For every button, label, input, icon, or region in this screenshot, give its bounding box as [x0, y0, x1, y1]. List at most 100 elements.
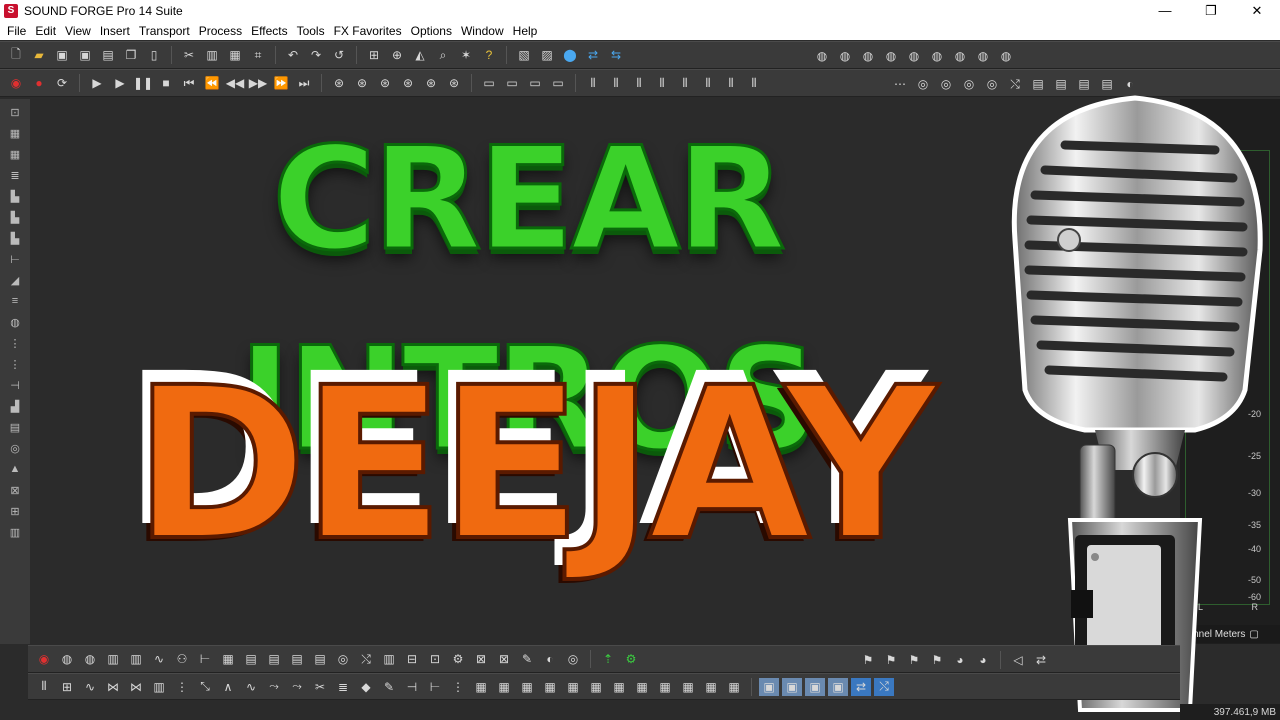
swap-icon[interactable]: ⇄	[1031, 651, 1051, 669]
edit-tool-icon[interactable]: ▦	[494, 678, 514, 696]
flag-icon[interactable]: ⚑	[881, 651, 901, 669]
edit-tool-icon[interactable]: ⋈	[103, 678, 123, 696]
side-tool-icon[interactable]: ▦	[6, 125, 24, 141]
edit-tool-icon[interactable]: ⊞	[57, 678, 77, 696]
edit-tool-icon[interactable]: ▦	[540, 678, 560, 696]
minimize-button[interactable]: —	[1142, 0, 1188, 21]
menu-fx-favorites[interactable]: FX Favorites	[331, 24, 408, 38]
edit-tool-icon[interactable]: ▦	[563, 678, 583, 696]
volume-icon[interactable]: ◁	[1008, 651, 1028, 669]
side-tool-icon[interactable]: ⊠	[6, 482, 24, 498]
select-icon[interactable]: ▭	[548, 74, 568, 92]
edit-tool-icon[interactable]: ▦	[701, 678, 721, 696]
tool-icon[interactable]: ⊛	[329, 74, 349, 92]
plugin-icon[interactable]: ∿	[149, 650, 169, 668]
tool-icon[interactable]: ⊛	[398, 74, 418, 92]
plugin-icon[interactable]: ◐	[540, 650, 560, 668]
edit-tool-icon[interactable]: ⤳	[287, 678, 307, 696]
stop-icon[interactable]: ■	[156, 74, 176, 92]
rewind-icon[interactable]: ⏪	[202, 74, 222, 92]
edit-tool-icon[interactable]: ⊢	[425, 678, 445, 696]
view-mode-icon[interactable]: ⤭	[874, 677, 894, 696]
flag-icon[interactable]: ◕	[973, 651, 993, 669]
side-tool-icon[interactable]: ▥	[6, 524, 24, 540]
marker-icon[interactable]: ⊞	[364, 46, 384, 64]
edit-tool-icon[interactable]: ∧	[218, 678, 238, 696]
side-tool-icon[interactable]: ▤	[6, 419, 24, 435]
side-tool-icon[interactable]: ▙	[6, 209, 24, 225]
edit-tool-icon[interactable]: ▦	[586, 678, 606, 696]
process-icon[interactable]: ◎	[959, 75, 979, 93]
edit-tool-icon[interactable]: ▦	[678, 678, 698, 696]
side-tool-icon[interactable]: ⊡	[6, 104, 24, 120]
menu-window[interactable]: Window	[458, 24, 510, 38]
select-icon[interactable]: ▭	[502, 74, 522, 92]
flag-icon[interactable]: ◕	[950, 651, 970, 669]
plugin-icon[interactable]: ▥	[379, 650, 399, 668]
edit-tool-icon[interactable]: ⤳	[264, 678, 284, 696]
side-tool-icon[interactable]: ▟	[6, 398, 24, 414]
sync-blue-icon[interactable]: ⇄	[583, 46, 603, 64]
edit-tool-icon[interactable]: ▦	[632, 678, 652, 696]
edit-tool-icon[interactable]: ⋮	[172, 678, 192, 696]
wave-icon[interactable]: ⫴	[675, 74, 695, 92]
edit-tool-icon[interactable]: ▦	[609, 678, 629, 696]
edit-tool-icon[interactable]: ≣	[333, 678, 353, 696]
fx-icon[interactable]: ◍	[950, 47, 970, 65]
pause-icon[interactable]: ❚❚	[133, 74, 153, 92]
view-mode-icon[interactable]: ▣	[759, 677, 779, 696]
select-icon[interactable]: ▭	[525, 74, 545, 92]
transfer-blue-icon[interactable]: ⇆	[606, 46, 626, 64]
open-folder-icon[interactable]: ▰	[29, 46, 49, 64]
close-button[interactable]: ✕	[1234, 0, 1280, 21]
wave-icon[interactable]: ⫴	[721, 74, 741, 92]
process-icon[interactable]: ◎	[936, 75, 956, 93]
plugin-icon[interactable]: ⊠	[471, 650, 491, 668]
help-icon[interactable]: ?	[479, 46, 499, 64]
fx-icon[interactable]: ◍	[812, 47, 832, 65]
edit-tool-icon[interactable]: ⋮	[448, 678, 468, 696]
edit-tool-icon[interactable]: ⋈	[126, 678, 146, 696]
side-tool-icon[interactable]: ▙	[6, 230, 24, 246]
select-icon[interactable]: ▭	[479, 74, 499, 92]
plugin-icon[interactable]: ▥	[103, 650, 123, 668]
find-icon[interactable]: ⌕	[433, 46, 453, 64]
paste-icon[interactable]: ▥	[202, 46, 222, 64]
view-mode-icon[interactable]: ▣	[828, 677, 848, 696]
metadata-icon[interactable]: ▧	[514, 46, 534, 64]
plugin-icon[interactable]: ⊠	[494, 650, 514, 668]
play-icon[interactable]: ▶	[110, 74, 130, 92]
menu-effects[interactable]: Effects	[248, 24, 293, 38]
go-end-forward-icon[interactable]: ⏩	[271, 74, 291, 92]
flag-icon[interactable]: ⚑	[858, 651, 878, 669]
plugin-icon[interactable]: ⊟	[402, 650, 422, 668]
side-tool-icon[interactable]: ◍	[6, 314, 24, 330]
wand-icon[interactable]: ✶	[456, 46, 476, 64]
menu-tools[interactable]: Tools	[294, 24, 331, 38]
process-icon[interactable]: ⋯	[890, 75, 910, 93]
plugin-icon[interactable]: ✎	[517, 650, 537, 668]
plugin-icon[interactable]: ▤	[241, 650, 261, 668]
redo-icon[interactable]: ↷	[306, 46, 326, 64]
plugin-icon[interactable]: ◎	[563, 650, 583, 668]
fx-icon[interactable]: ◍	[927, 47, 947, 65]
record-dot-icon[interactable]: ◉	[6, 74, 26, 92]
flag-icon[interactable]: ⚑	[927, 651, 947, 669]
edit-tool-icon[interactable]: ▥	[149, 678, 169, 696]
go-end-icon[interactable]: ⏭	[294, 74, 314, 92]
process-icon[interactable]: ◎	[913, 75, 933, 93]
render-icon[interactable]: ◭	[410, 46, 430, 64]
new-file-icon[interactable]: 🗋	[6, 46, 26, 64]
fx-icon[interactable]: ◍	[973, 47, 993, 65]
cut-icon[interactable]: ✂	[179, 46, 199, 64]
menu-view[interactable]: View	[62, 24, 97, 38]
side-tool-icon[interactable]: ⊢	[6, 251, 24, 267]
side-tool-icon[interactable]: ⊣	[6, 377, 24, 393]
edit-tool-icon[interactable]: ⫴	[34, 678, 54, 696]
maximize-button[interactable]: ❐	[1188, 0, 1234, 21]
menu-edit[interactable]: Edit	[32, 24, 62, 38]
fx-icon[interactable]: ◍	[881, 47, 901, 65]
fx-icon[interactable]: ◍	[996, 47, 1016, 65]
save-icon[interactable]: ▣	[52, 46, 72, 64]
plugin-icon[interactable]: ◎	[333, 650, 353, 668]
